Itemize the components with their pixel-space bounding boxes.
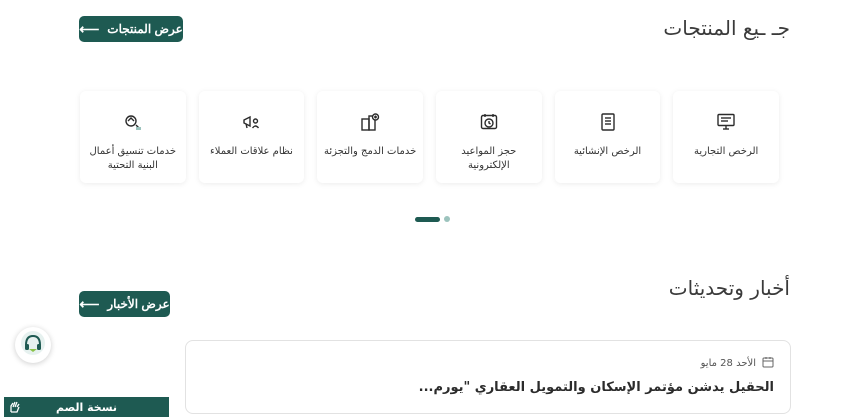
product-card-crm[interactable]: نظام علاقات العملاء [198,91,305,183]
carousel-dot[interactable] [444,216,450,222]
calendar-icon [762,356,774,371]
sign-language-icon [7,399,23,418]
product-card-infrastructure[interactable]: خدمات تنسيق أعمال البنية التحتية [79,91,186,183]
news-date: الأحد 28 مايو [701,356,774,371]
arrow-left-icon: ⟵ [79,21,100,37]
headset-icon [20,330,46,360]
product-card-construction-licenses[interactable]: الرخص الإنشائية [554,91,661,183]
support-chat-button[interactable] [15,327,51,363]
product-card-merge-split[interactable]: خدمات الدمج والتجزئة [317,91,423,183]
products-section-title: جـ ـيع المنتجات [663,16,790,40]
product-card-label: الرخص الإنشائية [573,146,642,157]
product-card-label: خدمات تنسيق أعمال البنية التحتية [89,146,177,171]
document-list-icon [597,111,619,133]
monitor-document-icon [715,111,737,133]
view-all-news-label: عرض الأخبار [107,297,170,311]
products-carousel: الرخص التجارية الرخص الإنشائية حجز الموا… [79,91,779,183]
arrow-left-icon: ⟵ [79,296,100,312]
view-all-products-label: عرض المنتجات [107,22,183,36]
carousel-pagination [415,216,450,222]
product-card-label: الرخص التجارية [694,146,759,157]
news-card[interactable]: الأحد 28 مايو الحقيل يدشن مؤتمر الإسكان … [185,340,791,414]
product-card-label: خدمات الدمج والتجزئة [324,146,417,157]
product-card-label: حجز المواعيد الإلكترونية [461,146,517,171]
deaf-version-bar[interactable]: نسخة الصم [4,397,169,417]
news-date-text: الأحد 28 مايو [700,358,756,369]
view-all-products-button[interactable]: عرض المنتجات ⟵ [79,16,183,42]
infrastructure-icon [122,111,144,133]
building-plus-icon [359,111,381,133]
news-section-title: أخبار وتحديثات [668,276,790,300]
product-card-e-appointments[interactable]: حجز المواعيد الإلكترونية [435,91,542,183]
timer-calendar-icon [478,111,500,133]
megaphone-user-icon [240,111,262,133]
view-all-news-button[interactable]: عرض الأخبار ⟵ [79,291,170,317]
product-card-label: نظام علاقات العملاء [210,146,293,157]
news-headline[interactable]: الحقيل يدشن مؤتمر الإسكان والتمويل العقا… [419,380,774,395]
product-card-commercial-licenses[interactable]: الرخص التجارية [673,91,779,183]
deaf-version-label: نسخة الصم [55,400,118,414]
carousel-dot-active[interactable] [415,216,440,222]
